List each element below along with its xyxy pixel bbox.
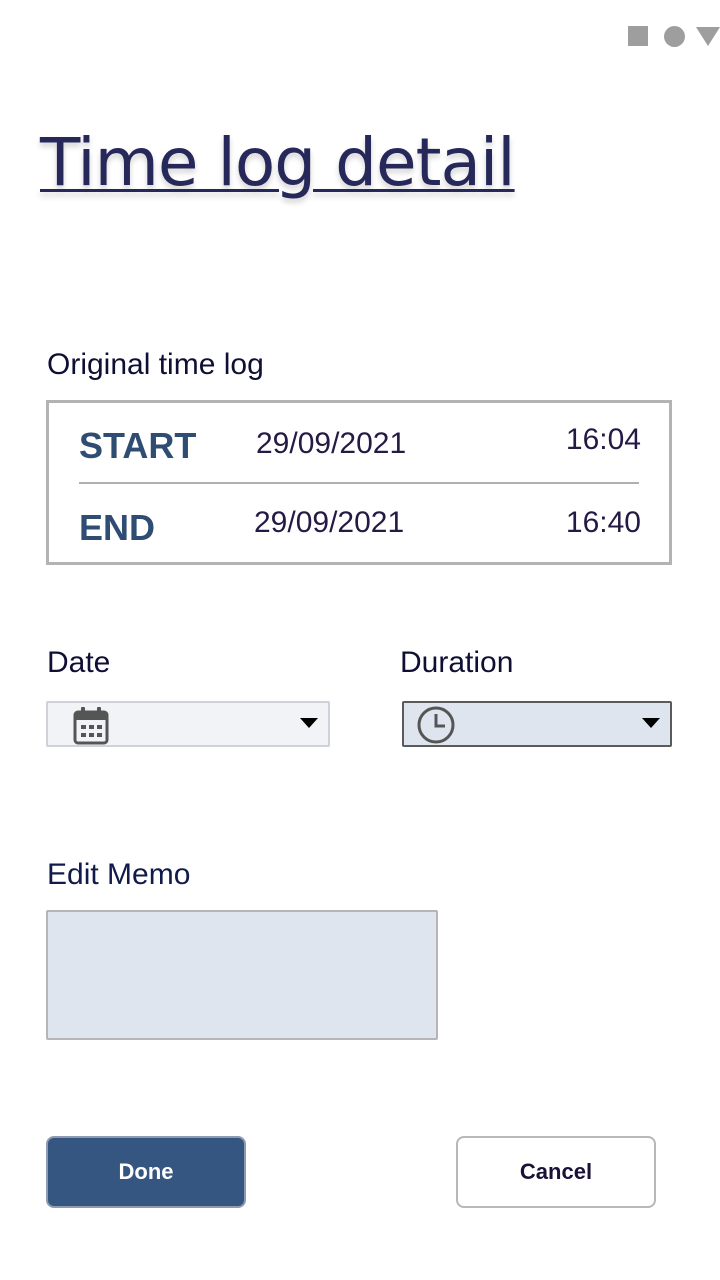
original-time-log-label: Original time log — [47, 348, 264, 381]
duration-dropdown[interactable] — [402, 701, 672, 747]
square-icon — [628, 26, 648, 46]
start-time: 16:04 — [565, 423, 641, 456]
clock-icon — [416, 705, 456, 750]
log-divider — [79, 482, 639, 484]
end-date: 29/09/2021 — [254, 506, 405, 539]
page-title: Time log detail — [40, 124, 516, 201]
done-button[interactable]: Done — [46, 1136, 246, 1208]
status-bar-icons — [610, 24, 720, 50]
chevron-down-icon — [300, 718, 318, 728]
start-keyword: START — [79, 425, 197, 466]
original-time-log-card: START 29/09/2021 16:04 END 29/09/2021 16… — [46, 400, 672, 565]
date-label: Date — [47, 646, 111, 679]
end-time: 16:40 — [565, 506, 641, 539]
memo-textarea[interactable] — [46, 910, 438, 1040]
cancel-button[interactable]: Cancel — [456, 1136, 656, 1208]
end-keyword: END — [79, 507, 156, 548]
triangle-icon — [696, 27, 720, 46]
circle-icon — [664, 26, 685, 47]
start-date: 29/09/2021 — [256, 427, 407, 460]
calendar-icon — [72, 706, 110, 751]
date-dropdown[interactable] — [46, 701, 330, 747]
chevron-down-icon — [642, 718, 660, 728]
duration-label: Duration — [400, 646, 514, 679]
edit-memo-label: Edit Memo — [47, 858, 191, 891]
